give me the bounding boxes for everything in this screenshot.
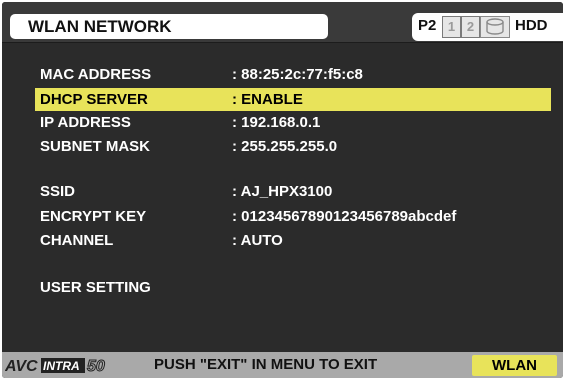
- menu-item-label: MAC ADDRESS: [40, 66, 152, 83]
- exit-instruction: PUSH "EXIT" IN MENU TO EXIT: [154, 356, 378, 373]
- menu-item-label: CHANNEL: [40, 232, 114, 249]
- menu-header: WLAN NETWORK P2 1 2 HDD: [2, 2, 563, 43]
- menu-item-value: : 88:25:2c:77:f5:c8: [232, 66, 363, 83]
- menu-item-label: IP ADDRESS: [40, 114, 131, 131]
- page-title: WLAN NETWORK: [10, 14, 328, 39]
- media-status: P2 1 2 HDD: [412, 13, 563, 41]
- menu-item-label: SUBNET MASK: [40, 138, 151, 155]
- menu-item-value: : AUTO: [232, 232, 283, 249]
- wlan-button[interactable]: WLAN: [472, 355, 557, 376]
- svg-text:AVC: AVC: [5, 358, 38, 375]
- menu-footer: AVC INTRA 50 PUSH "EXIT" IN MENU TO EXIT…: [2, 352, 563, 378]
- menu-item-subnet-mask[interactable]: SUBNET MASK : 255.255.255.0: [2, 135, 563, 158]
- card-slot-1-icon: 1: [442, 16, 461, 38]
- menu-item-label: ENCRYPT KEY: [40, 208, 147, 225]
- card-slot-2-icon: 2: [461, 16, 480, 38]
- menu-item-label: USER SETTING: [40, 279, 151, 296]
- menu-item-value: : ENABLE: [232, 91, 303, 108]
- menu-item-dhcp-server[interactable]: DHCP SERVER : ENABLE: [35, 88, 551, 111]
- p2-label: P2: [418, 17, 437, 34]
- hdd-label: HDD: [515, 17, 548, 34]
- menu-item-channel[interactable]: CHANNEL : AUTO: [2, 229, 563, 252]
- menu-item-mac-address[interactable]: MAC ADDRESS : 88:25:2c:77:f5:c8: [2, 63, 563, 86]
- menu-item-ssid[interactable]: SSID : AJ_HPX3100: [2, 180, 563, 203]
- menu-item-value: : 192.168.0.1: [232, 114, 321, 131]
- menu-item-value: : 255.255.255.0: [232, 138, 338, 155]
- menu-item-label: DHCP SERVER: [40, 91, 148, 108]
- menu-item-user-setting[interactable]: USER SETTING: [2, 276, 563, 299]
- svg-text:INTRA: INTRA: [43, 359, 80, 373]
- menu-item-encrypt-key[interactable]: ENCRYPT KEY : 01234567890123456789abcdef: [2, 205, 563, 228]
- menu-item-value: : AJ_HPX3100: [232, 183, 333, 200]
- menu-item-label: SSID: [40, 183, 76, 200]
- svg-text:50: 50: [87, 358, 105, 375]
- menu-item-value: : 01234567890123456789abcdef: [232, 208, 457, 225]
- avc-intra-logo: AVC INTRA 50: [5, 358, 105, 376]
- menu-screen: WLAN NETWORK P2 1 2 HDD MAC ADDRESS : 88…: [2, 2, 563, 378]
- menu-item-ip-address[interactable]: IP ADDRESS : 192.168.0.1: [2, 111, 563, 134]
- hdd-drive-icon: [480, 16, 510, 38]
